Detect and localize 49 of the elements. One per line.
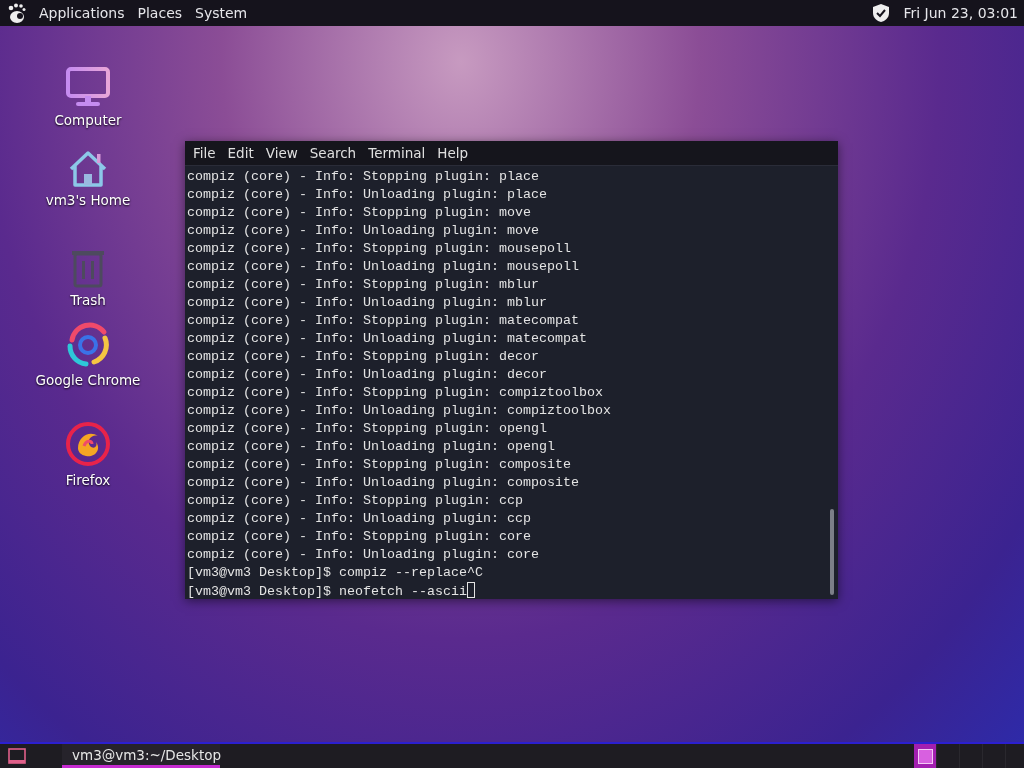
terminal-line: compiz (core) - Info: Unloading plugin: place	[187, 187, 547, 202]
terminal-line: compiz (core) - Info: Unloading plugin: matecompat	[187, 331, 587, 346]
menu-item[interactable]: Terminal	[362, 145, 432, 161]
terminal-line: compiz (core) - Info: Unloading plugin: ccp	[187, 511, 531, 526]
menu-item[interactable]: View	[259, 145, 304, 161]
shield-check-icon[interactable]	[872, 3, 891, 23]
terminal-line: compiz (core) - Info: Stopping plugin: ccp	[187, 493, 523, 508]
panel-menu[interactable]: Applications	[39, 5, 125, 21]
taskbar-window-button[interactable]: vm3@vm3:~/Desktop	[62, 744, 220, 768]
terminal-line: compiz (core) - Info: Unloading plugin: mblur	[187, 295, 547, 310]
terminal-line: compiz (core) - Info: Stopping plugin: opengl	[187, 421, 547, 436]
desktop-icon-label[interactable]: Google Chrome	[35, 372, 141, 388]
terminal-line: compiz (core) - Info: Unloading plugin: core	[187, 547, 539, 562]
terminal-line: compiz (core) - Info: Unloading plugin: opengl	[187, 439, 555, 454]
panel-menu[interactable]: System	[195, 5, 248, 21]
monitor-icon	[65, 66, 111, 108]
terminal-line: compiz (core) - Info: Stopping plugin: mblur	[187, 277, 539, 292]
terminal-line: compiz (core) - Info: Stopping plugin: move	[187, 205, 531, 220]
foot-logo-icon[interactable]	[6, 2, 26, 24]
terminal-line: compiz (core) - Info: Unloading plugin: mousepoll	[187, 259, 579, 274]
menu-item[interactable]: Edit	[221, 145, 260, 161]
panel-menu[interactable]: Places	[137, 5, 183, 21]
desktop-icon-label[interactable]: Firefox	[65, 472, 111, 488]
trash-icon	[70, 248, 106, 288]
desktop-icon-label[interactable]: vm3's Home	[45, 192, 131, 208]
terminal-line: compiz (core) - Info: Unloading plugin: decor	[187, 367, 547, 382]
terminal-line: compiz (core) - Info: Stopping plugin: decor	[187, 349, 539, 364]
terminal-line: compiz (core) - Info: Unloading plugin: composite	[187, 475, 579, 490]
terminal-line: compiz (core) - Info: Stopping plugin: place	[187, 169, 539, 184]
scrollbar-thumb[interactable]	[830, 509, 834, 595]
terminal-line: compiz (core) - Info: Stopping plugin: mousepoll	[187, 241, 571, 256]
menu-item[interactable]: Search	[303, 145, 363, 161]
desktop-icon-label[interactable]: Trash	[70, 292, 106, 308]
menu-item[interactable]: Help	[431, 145, 475, 161]
terminal-line: compiz (core) - Info: Stopping plugin: matecompat	[187, 313, 579, 328]
house-icon	[68, 150, 108, 188]
terminal-line: compiz (core) - Info: Stopping plugin: compiztoolbox	[187, 385, 603, 400]
terminal-line: compiz (core) - Info: Unloading plugin: move	[187, 223, 539, 238]
menu-item[interactable]: File	[187, 145, 222, 161]
terminal-line: [vm3@vm3 Desktop]$ neofetch --ascii	[187, 584, 467, 599]
terminal-line: compiz (core) - Info: Unloading plugin: compiztoolbox	[187, 403, 611, 418]
cursor	[466, 582, 475, 598]
flame-globe-icon	[64, 420, 112, 468]
terminal-line: compiz (core) - Info: Stopping plugin: composite	[187, 457, 571, 472]
clock[interactable]: Fri Jun 23, 03:01	[903, 5, 1018, 21]
desktop-icon-label[interactable]: Computer	[54, 112, 122, 128]
terminal-line: [vm3@vm3 Desktop]$ compiz --replace^C	[187, 565, 483, 580]
terminal-line: compiz (core) - Info: Stopping plugin: core	[187, 529, 531, 544]
workspace-button[interactable]	[914, 744, 937, 768]
